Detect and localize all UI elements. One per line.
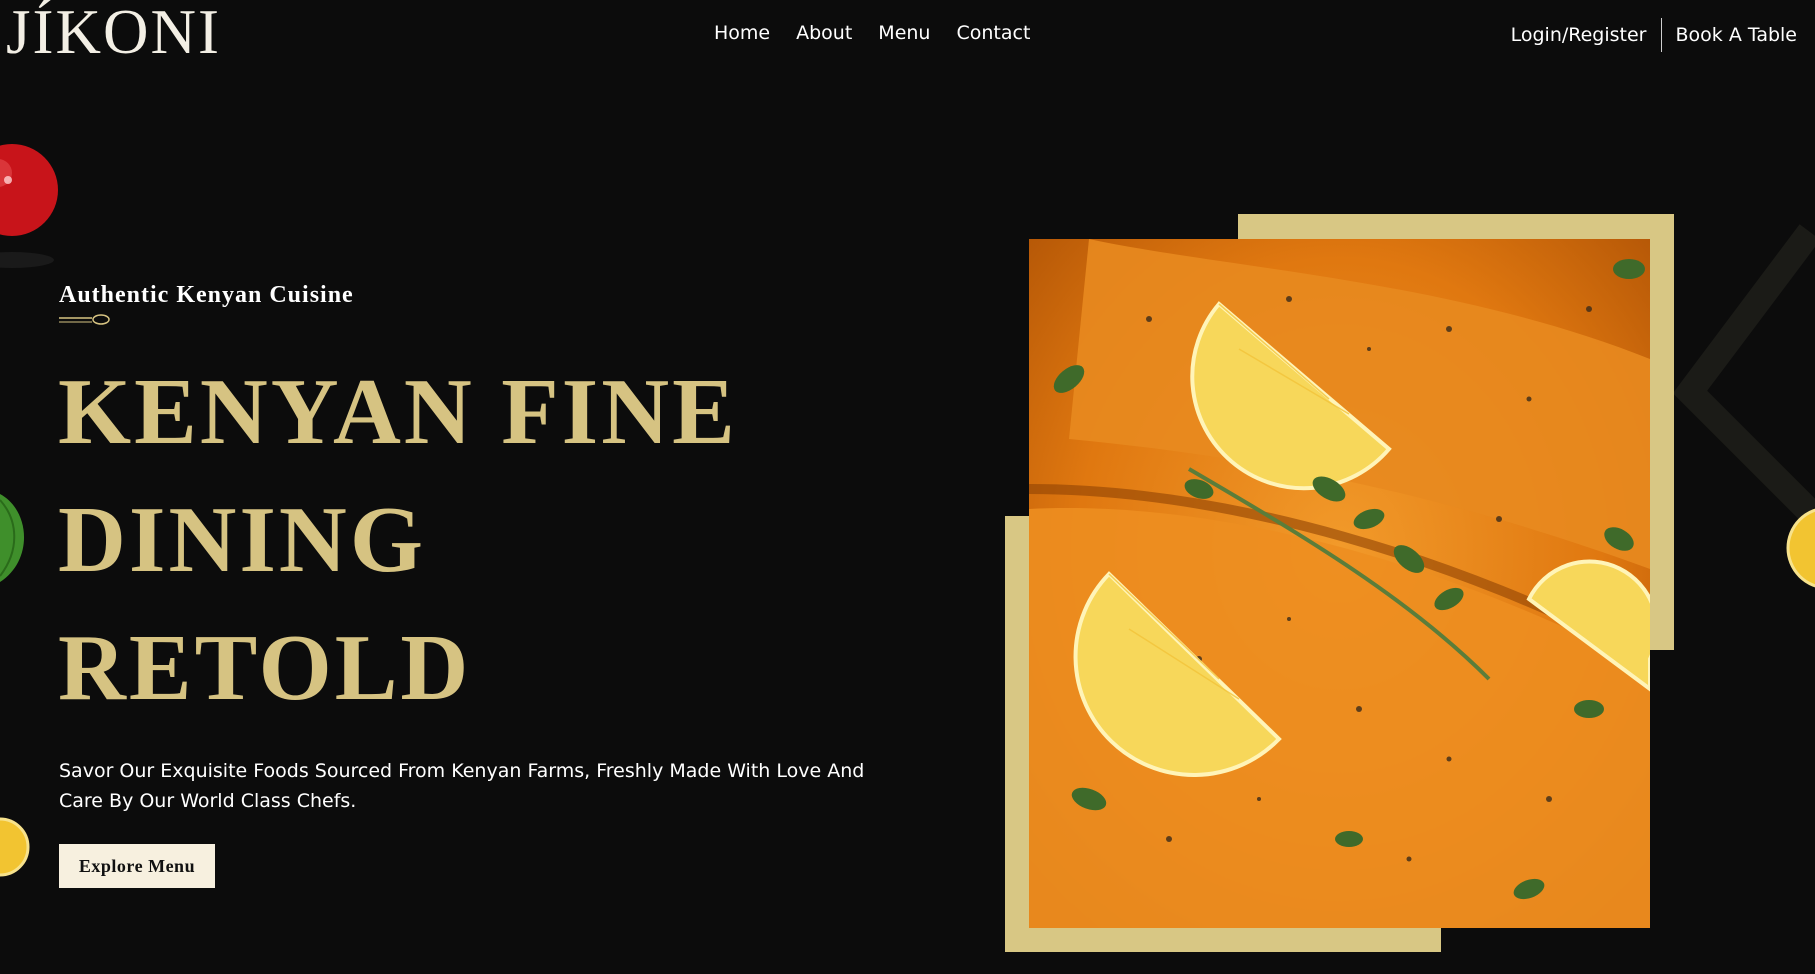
book-table-link[interactable]: Book A Table [1676, 24, 1798, 46]
login-register-link[interactable]: Login/Register [1511, 24, 1647, 46]
nav-home[interactable]: Home [714, 22, 770, 44]
hero-description: Savor Our Exquisite Foods Sourced From K… [59, 760, 865, 812]
hero-headline: KENYAN FINE DINING RETOLD [58, 348, 738, 732]
nav-about[interactable]: About [796, 22, 852, 44]
hero-tagline: Authentic Kenyan Cuisine [59, 282, 354, 308]
headline-line-3: RETOLD [58, 616, 472, 720]
nav-divider [1660, 18, 1662, 52]
nav-menu[interactable]: Menu [878, 22, 930, 44]
headline-line-2: DINING [58, 488, 426, 592]
lemon-decoration-right [1786, 508, 1815, 588]
leaf-decoration [0, 494, 25, 582]
spoon-divider-icon [59, 314, 110, 325]
main-nav: Home About Menu Contact [714, 22, 1030, 44]
site-logo[interactable]: JÍKONI [6, 0, 221, 66]
headline-line-1: KENYAN FINE [58, 360, 738, 464]
lemon-decoration [0, 817, 30, 877]
chevron-decoration [1672, 224, 1815, 522]
hero-food-image [1029, 239, 1650, 928]
account-nav: Login/Register Book A Table [1511, 18, 1797, 52]
explore-menu-button[interactable]: Explore Menu [59, 844, 215, 888]
nav-contact[interactable]: Contact [956, 22, 1030, 44]
tomato-decoration [0, 144, 58, 268]
